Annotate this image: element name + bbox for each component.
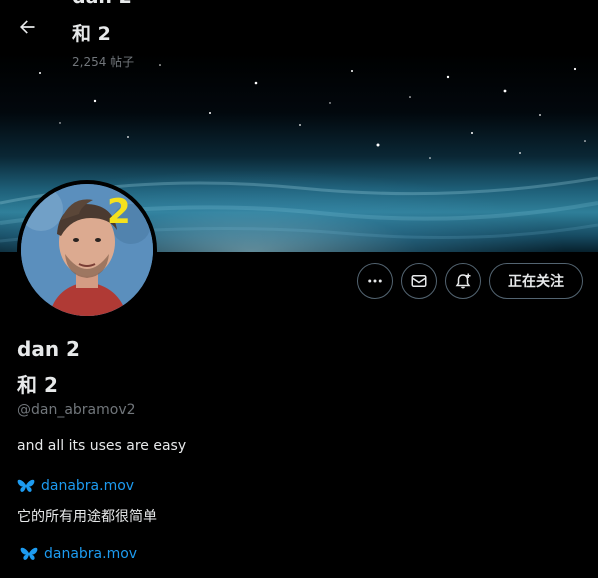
display-name: dan 2 bbox=[17, 337, 80, 361]
profile-header: dan 2 和 2 bbox=[0, 0, 598, 53]
bell-plus-icon bbox=[455, 273, 471, 289]
more-button[interactable] bbox=[357, 263, 393, 299]
bio-line-zh: 它的所有用途都很简单 bbox=[17, 509, 157, 525]
message-button[interactable] bbox=[401, 263, 437, 299]
following-button[interactable]: 正在关注 bbox=[489, 263, 583, 299]
back-button[interactable] bbox=[12, 12, 42, 42]
profile-link-2[interactable]: danabra.mov bbox=[20, 546, 137, 562]
header-name-line2: 和 2 bbox=[72, 23, 111, 45]
notify-button[interactable] bbox=[445, 263, 481, 299]
profile-link-text-1[interactable]: danabra.mov bbox=[41, 478, 134, 494]
butterfly-icon bbox=[20, 547, 38, 560]
avatar-badge: 2 bbox=[107, 192, 131, 232]
mail-icon bbox=[411, 275, 427, 287]
profile-link-1[interactable]: danabra.mov bbox=[17, 478, 134, 494]
user-handle: @dan_abramov2 bbox=[17, 402, 136, 418]
display-name-line2: 和 2 bbox=[17, 373, 58, 397]
header-name: dan 2 bbox=[72, 0, 132, 8]
post-count: 2,254 帖子 bbox=[72, 55, 135, 69]
avatar[interactable]: 2 bbox=[17, 180, 157, 320]
profile-link-text-2[interactable]: danabra.mov bbox=[44, 546, 137, 562]
butterfly-icon bbox=[17, 479, 35, 492]
arrow-left-icon bbox=[20, 20, 35, 34]
bio-line-en: and all its uses are easy bbox=[17, 438, 187, 454]
more-dots-icon bbox=[368, 279, 382, 283]
avatar-photo bbox=[21, 184, 153, 316]
